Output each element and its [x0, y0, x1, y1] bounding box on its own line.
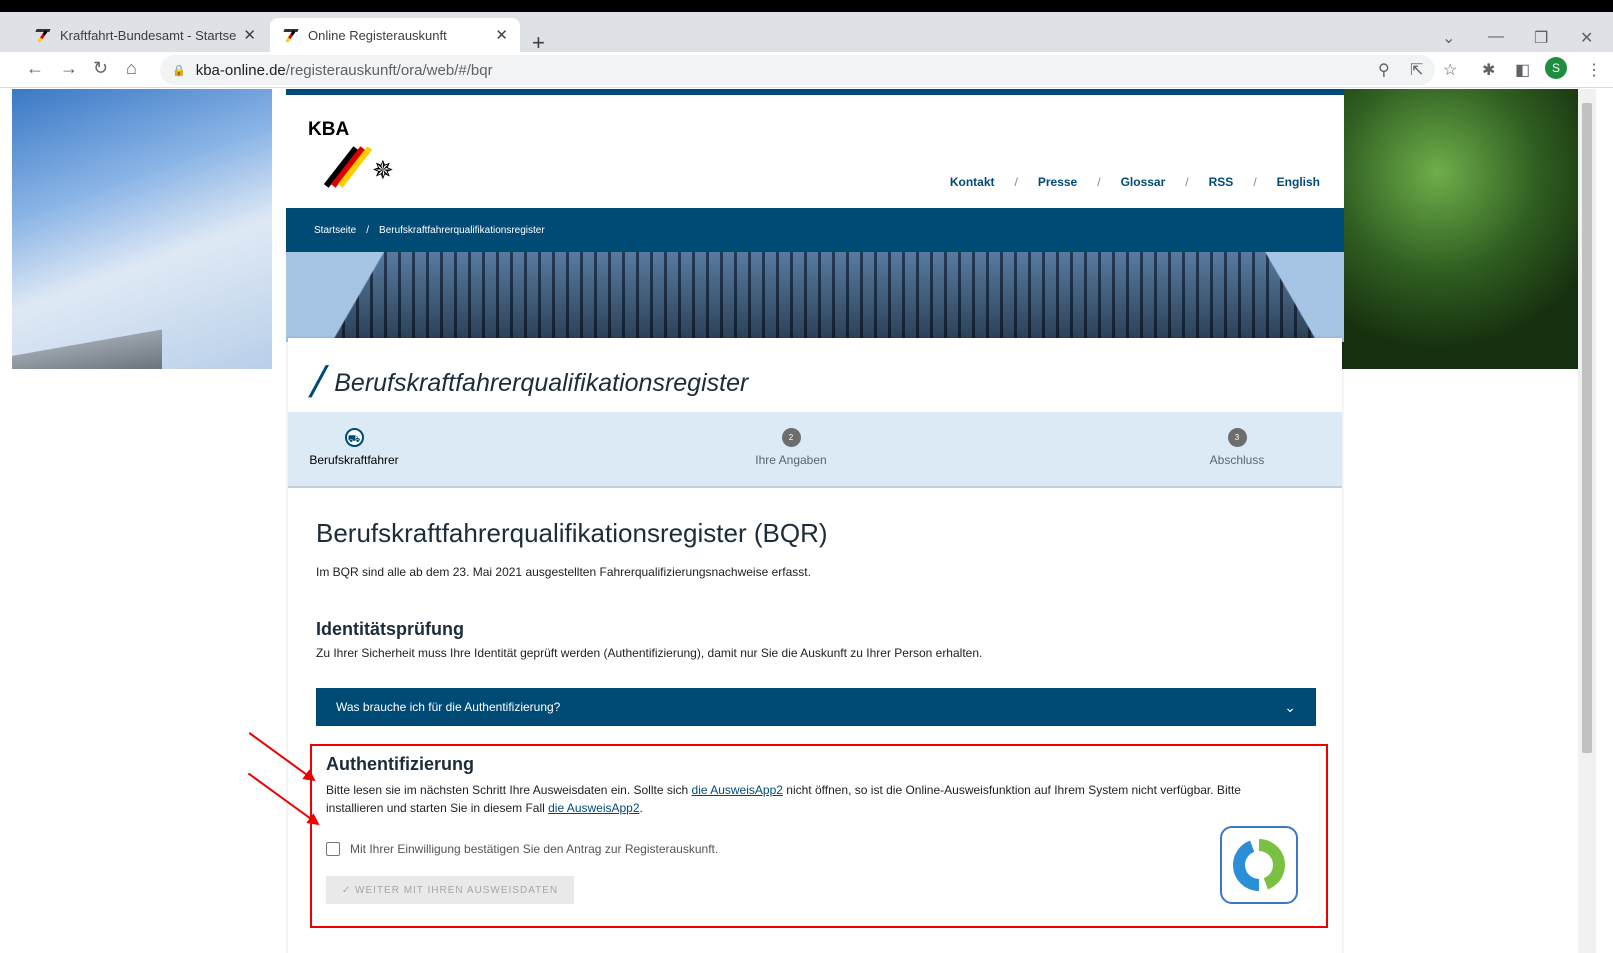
- nav-presse[interactable]: Presse: [1038, 175, 1077, 189]
- zoom-icon[interactable]: ⚲: [1378, 60, 1390, 80]
- url-path: /registerauskunft/ora/web/#/bqr: [285, 61, 493, 79]
- window-top-border: [0, 0, 1613, 12]
- home-icon[interactable]: ⌂: [126, 58, 137, 79]
- kba-logo[interactable]: KBA ✵: [308, 119, 408, 189]
- chevron-down-icon: ⌄: [1284, 698, 1296, 715]
- nav-separator: /: [1185, 175, 1189, 189]
- title-slash-icon: /: [305, 358, 331, 407]
- tree-background-image: [1332, 89, 1596, 369]
- page-viewport: KBA ✵ Kontakt / Presse / Glossar / RSS /…: [12, 89, 1596, 953]
- url-domain: kba-online.de: [195, 61, 286, 79]
- step-ihre-angaben: 2 Ihre Angaben: [721, 428, 861, 467]
- browser-toolbar: ← → ↻ ⌂ 🔒 kba-online.de/registerauskunft…: [0, 52, 1613, 88]
- main-card: / Berufskraftfahrerqualifikationsregiste…: [288, 338, 1342, 953]
- profile-avatar[interactable]: S: [1545, 57, 1567, 79]
- kba-favicon-icon: [282, 27, 300, 43]
- nav-rss[interactable]: RSS: [1209, 175, 1234, 189]
- continue-with-id-button[interactable]: ✓ WEITER MIT IHREN AUSWEISDATEN: [326, 876, 574, 904]
- window-close-icon[interactable]: ✕: [1580, 28, 1593, 48]
- restore-icon[interactable]: ❐: [1534, 28, 1548, 48]
- building-hero-image: [286, 252, 1344, 342]
- identity-description: Zu Ihrer Sicherheit muss Ihre Identität …: [316, 646, 983, 660]
- bookmark-star-icon[interactable]: ☆: [1443, 60, 1457, 80]
- tab-strip: Kraftfahrt-Bundesamt - Startseite ✕ Onli…: [0, 12, 1613, 55]
- tab-title: Kraftfahrt-Bundesamt - Startseite: [60, 27, 238, 43]
- consent-row: Mit Ihrer Einwilligung bestätigen Sie de…: [326, 842, 718, 856]
- step-number: 2: [781, 428, 801, 447]
- ausweisapp-link[interactable]: die AusweisApp2: [692, 783, 783, 797]
- auth-text: Bitte lesen sie im nächsten Schritt Ihre…: [326, 783, 692, 797]
- close-icon[interactable]: ✕: [243, 26, 256, 44]
- section-heading: Berufskraftfahrerqualifikationsregister …: [316, 518, 828, 548]
- auth-description: Bitte lesen sie im nächsten Schritt Ihre…: [326, 781, 1286, 817]
- breadcrumb-home[interactable]: Startseite: [314, 225, 356, 236]
- step-label: Abschluss: [1209, 453, 1265, 467]
- step-berufskraftfahrer: ⛟ Berufskraftfahrer: [284, 428, 424, 467]
- nav-separator: /: [1014, 175, 1018, 189]
- top-navigation: Kontakt / Presse / Glossar / RSS / Engli…: [950, 175, 1320, 189]
- nav-separator: /: [1097, 175, 1101, 189]
- reload-icon[interactable]: ↻: [93, 58, 108, 79]
- identity-heading: Identitätsprüfung: [316, 619, 464, 639]
- main-content: Berufskraftfahrerqualifikationsregister …: [316, 518, 1316, 726]
- auth-text: .: [639, 801, 643, 815]
- truck-icon: ⛟: [344, 428, 364, 447]
- ausweisapp-icon: [1220, 826, 1298, 904]
- consent-label[interactable]: Mit Ihrer Einwilligung bestätigen Sie de…: [350, 842, 718, 856]
- share-icon[interactable]: ⇱: [1410, 60, 1423, 80]
- consent-checkbox[interactable]: [326, 842, 340, 856]
- tab-title: Online Registerauskunft: [308, 27, 447, 43]
- close-icon[interactable]: ✕: [495, 26, 508, 44]
- nav-glossar[interactable]: Glossar: [1121, 175, 1166, 189]
- site-header: KBA ✵ Kontakt / Presse / Glossar / RSS /…: [286, 89, 1344, 208]
- address-bar[interactable]: 🔒 kba-online.de/registerauskunft/ora/web…: [160, 55, 1435, 85]
- forward-icon[interactable]: →: [60, 58, 78, 79]
- authentication-section: Authentifizierung Bitte lesen sie im näc…: [310, 744, 1328, 928]
- tab-search-icon[interactable]: ⌄: [1442, 28, 1455, 48]
- section-lead: Im BQR sind alle ab dem 23. Mai 2021 aus…: [316, 565, 811, 579]
- menu-dots-icon[interactable]: ⋮: [1586, 60, 1602, 80]
- nav-english[interactable]: English: [1277, 175, 1320, 189]
- logo-text: KBA: [308, 119, 350, 140]
- tab-online-registerauskunft[interactable]: Online Registerauskunft ✕: [270, 18, 520, 52]
- federal-eagle-icon: ✵: [372, 155, 394, 185]
- minimize-icon[interactable]: —: [1488, 28, 1504, 46]
- auth-heading: Authentifizierung: [326, 754, 474, 774]
- scrollbar-thumb[interactable]: [1582, 103, 1592, 753]
- step-label: Ihre Angaben: [755, 453, 827, 467]
- progress-stepper: ⛟ Berufskraftfahrer 2 Ihre Angaben 3 Abs…: [288, 412, 1342, 488]
- tab-kba-startseite[interactable]: Kraftfahrt-Bundesamt - Startseite ✕: [22, 18, 268, 52]
- ausweisapp-link[interactable]: die AusweisApp2: [548, 801, 639, 815]
- page-scrollbar[interactable]: [1578, 89, 1596, 953]
- nav-kontakt[interactable]: Kontakt: [950, 175, 995, 189]
- side-panel-icon[interactable]: ◧: [1515, 60, 1530, 80]
- auth-info-accordion[interactable]: Was brauche ich für die Authentifizierun…: [316, 688, 1316, 726]
- nav-separator: /: [1253, 175, 1257, 189]
- lock-icon: 🔒: [172, 64, 186, 77]
- breadcrumb-separator: /: [366, 224, 370, 236]
- back-icon[interactable]: ←: [26, 58, 44, 79]
- accordion-label: Was brauche ich für die Authentifizierun…: [336, 700, 561, 714]
- extensions-icon[interactable]: ✱: [1482, 60, 1495, 80]
- ausweisapp-ring: [1233, 839, 1285, 891]
- sky-background-image: [12, 89, 272, 369]
- breadcrumb: Startseite / Berufskraftfahrerqualifikat…: [286, 208, 1344, 252]
- breadcrumb-current: Berufskraftfahrerqualifikationsregister: [379, 224, 545, 236]
- page-title: / Berufskraftfahrerqualifikationsregiste…: [306, 358, 749, 408]
- step-label: Berufskraftfahrer: [309, 453, 399, 467]
- step-abschluss: 3 Abschluss: [1167, 428, 1307, 467]
- page-title-text: Berufskraftfahrerqualifikationsregister: [334, 368, 749, 397]
- kba-favicon-icon: [34, 27, 52, 43]
- step-number: 3: [1227, 428, 1247, 447]
